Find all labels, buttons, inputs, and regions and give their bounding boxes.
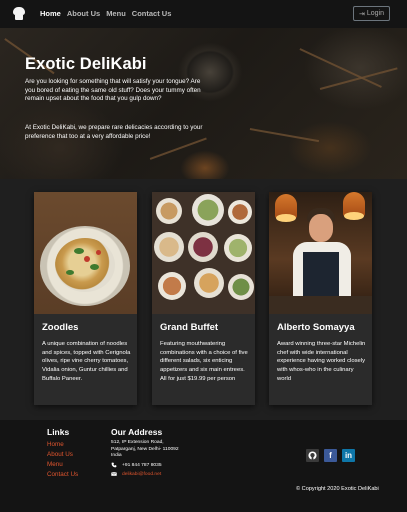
nav-link-home[interactable]: Home (40, 9, 61, 18)
card-zoodles[interactable]: Zoodles A unique combination of noodles … (34, 192, 137, 405)
mail-icon (111, 472, 117, 476)
zoodles-image (34, 192, 137, 314)
phone-contact: +91 844 787 8035 (111, 462, 162, 468)
grand-buffet-image (152, 192, 255, 314)
linkedin-icon[interactable]: in (342, 449, 355, 462)
email-contact: delikabi@food.net (111, 471, 161, 477)
login-arrow-icon: ⇥ (358, 10, 365, 18)
email-link[interactable]: delikabi@food.net (122, 472, 161, 477)
phone-icon (111, 462, 117, 468)
card-description: Award winning three-star Michelin chef w… (277, 341, 366, 382)
nav-link-about-us[interactable]: About Us (67, 9, 100, 18)
hero-banner: Exotic DeliKabi Are you looking for some… (0, 28, 407, 179)
login-label: Login (366, 10, 384, 17)
login-button[interactable]: ⇥ Login (353, 6, 390, 21)
footer-link-home[interactable]: Home (47, 441, 64, 448)
card-description: Featuring mouthwatering combinations wit… (160, 341, 248, 382)
chef-hat-icon[interactable] (12, 7, 26, 21)
address-line: India (111, 453, 122, 458)
phone-number: +91 844 787 8035 (122, 462, 162, 468)
footer-link-menu[interactable]: Menu (47, 461, 63, 468)
github-icon[interactable] (306, 449, 319, 462)
footer-link-about-us[interactable]: About Us (47, 451, 73, 458)
hero-intro-text: Are you looking for something that will … (25, 78, 201, 103)
nav-link-menu[interactable]: Menu (106, 9, 126, 18)
facebook-icon[interactable]: f (324, 449, 337, 462)
chef-image (269, 192, 372, 314)
copyright-text: © Copyright 2020 Exotic DeliKabi (296, 486, 379, 492)
footer: Links Home About Us Menu Contact Us Our … (0, 420, 407, 512)
footer-link-contact-us[interactable]: Contact Us (47, 471, 78, 478)
navbar: Home About Us Menu Contact Us ⇥ Login (0, 0, 407, 28)
hero-offer-text: At Exotic DeliKabi, we prepare rare deli… (25, 124, 203, 140)
nav-links: Home About Us Menu Contact Us (40, 9, 171, 18)
card-title: Alberto Somayya (277, 322, 355, 333)
card-grand-buffet[interactable]: Grand Buffet Featuring mouthwatering com… (152, 192, 255, 405)
address-title: Our Address (111, 427, 163, 437)
card-alberto-somayya[interactable]: Alberto Somayya Award winning three-star… (269, 192, 372, 405)
nav-link-contact-us[interactable]: Contact Us (132, 9, 172, 18)
hero-title: Exotic DeliKabi (25, 55, 147, 73)
featured-section: Zoodles A unique combination of noodles … (0, 179, 407, 420)
card-description: A unique combination of noodles and spic… (42, 341, 131, 382)
card-title: Grand Buffet (160, 322, 219, 333)
footer-links-title: Links (47, 427, 70, 437)
card-title: Zoodles (42, 322, 79, 333)
